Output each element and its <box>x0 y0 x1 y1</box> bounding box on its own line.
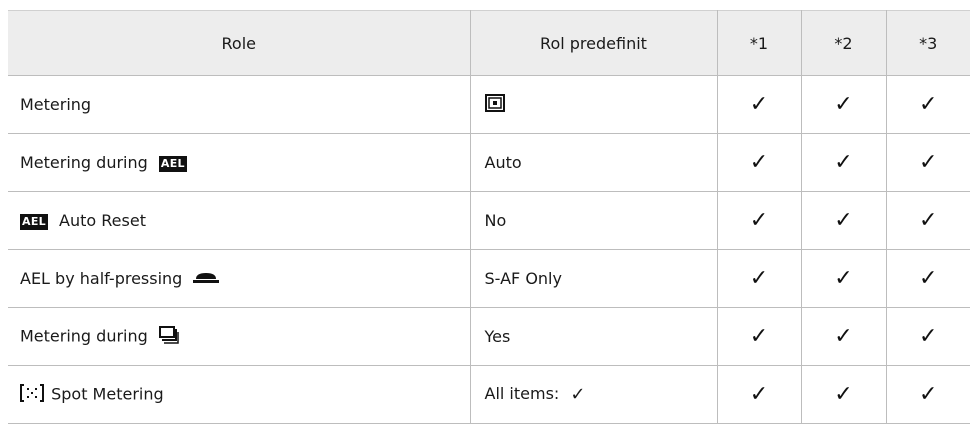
check-icon: ✓ <box>834 323 853 349</box>
check-cell: ✓ <box>801 191 887 250</box>
header-role: Role <box>8 10 471 76</box>
check-cell: ✓ <box>886 133 970 192</box>
check-icon: ✓ <box>749 149 769 175</box>
role-cell: Metering during AEL <box>8 133 471 192</box>
table-row: Metering during AEL Auto ✓ ✓ ✓ <box>8 133 970 192</box>
check-icon: ✓ <box>749 207 769 233</box>
role-label: Metering during <box>20 326 148 345</box>
check-cell: ✓ <box>717 365 802 424</box>
table-row: Spot Metering All items: ✓ ✓ ✓ ✓ <box>8 365 970 424</box>
check-icon: ✓ <box>919 323 938 349</box>
header-col-3: *3 <box>886 10 970 76</box>
check-icon: ✓ <box>834 381 853 407</box>
table-row: AEL Auto Reset No ✓ ✓ ✓ <box>8 191 970 250</box>
role-label: AEL by half-pressing <box>20 268 183 288</box>
check-cell: ✓ <box>801 249 887 308</box>
default-value: S-AF Only <box>484 269 562 288</box>
check-icon: ✓ <box>834 265 853 291</box>
check-cell: ✓ <box>886 75 970 134</box>
check-icon: ✓ <box>919 381 938 407</box>
default-cell: S-AF Only <box>470 249 718 308</box>
check-cell: ✓ <box>801 365 887 424</box>
check-icon: ✓ <box>749 323 769 349</box>
check-cell: ✓ <box>717 249 802 308</box>
check-cell: ✓ <box>717 75 802 134</box>
role-cell: AEL Auto Reset <box>8 191 471 250</box>
table-row: AEL by half-pressing S-AF Only ✓ ✓ ✓ <box>8 249 970 308</box>
role-cell: AEL by half-pressing <box>8 249 471 308</box>
role-cell: Metering during <box>8 307 471 366</box>
ael-icon: AEL <box>20 213 48 230</box>
check-cell: ✓ <box>886 191 970 250</box>
default-value: All items: <box>484 384 560 403</box>
shutter-button-icon <box>193 270 220 289</box>
default-cell: All items: ✓ <box>470 365 718 424</box>
check-icon: ✓ <box>749 265 769 291</box>
role-label: Spot Metering <box>51 384 164 403</box>
table-row: Metering ✓ ✓ ✓ <box>8 75 970 134</box>
check-cell: ✓ <box>801 75 887 134</box>
ael-icon: AEL <box>158 155 187 172</box>
default-cell: No <box>470 191 718 250</box>
role-label: Auto Reset <box>59 211 146 230</box>
check-cell: ✓ <box>717 133 802 192</box>
check-cell: ✓ <box>886 249 970 308</box>
check-cell: ✓ <box>801 133 887 192</box>
check-icon: ✓ <box>919 91 938 117</box>
role-label: Metering during <box>20 153 148 172</box>
check-icon: ✓ <box>834 207 853 233</box>
settings-table: Role Rol predefinit *1 *2 *3 Metering ✓ … <box>8 10 970 424</box>
default-cell <box>470 75 718 134</box>
check-icon: ✓ <box>919 207 938 233</box>
check-icon: ✓ <box>570 384 586 405</box>
check-icon: ✓ <box>834 91 853 117</box>
default-value: Yes <box>484 327 511 346</box>
check-icon: ✓ <box>749 381 769 407</box>
default-value: No <box>484 211 507 230</box>
check-cell: ✓ <box>717 191 802 250</box>
check-icon: ✓ <box>749 91 769 117</box>
header-col-2: *2 <box>801 10 887 76</box>
default-cell: Auto <box>470 133 718 192</box>
sequential-shooting-icon <box>158 325 179 348</box>
check-icon: ✓ <box>919 265 938 291</box>
check-cell: ✓ <box>717 307 802 366</box>
spot-metering-icon <box>20 383 44 406</box>
table-row: Metering during Yes ✓ ✓ ✓ <box>8 307 970 366</box>
check-cell: ✓ <box>886 307 970 366</box>
header-default: Rol predefinit <box>470 10 718 76</box>
role-cell: Spot Metering <box>8 365 471 424</box>
check-icon: ✓ <box>919 149 938 175</box>
settings-table-container: Role Rol predefinit *1 *2 *3 Metering ✓ … <box>8 10 970 424</box>
header-col-1: *1 <box>717 10 802 76</box>
role-cell: Metering <box>8 75 471 134</box>
header-row: Role Rol predefinit *1 *2 *3 <box>8 10 970 76</box>
evaluative-metering-icon <box>484 93 505 116</box>
check-cell: ✓ <box>801 307 887 366</box>
role-label: Metering <box>20 95 92 114</box>
check-cell: ✓ <box>886 365 970 424</box>
default-cell: Yes <box>470 307 718 366</box>
default-value: Auto <box>484 153 522 172</box>
check-icon: ✓ <box>834 149 853 175</box>
